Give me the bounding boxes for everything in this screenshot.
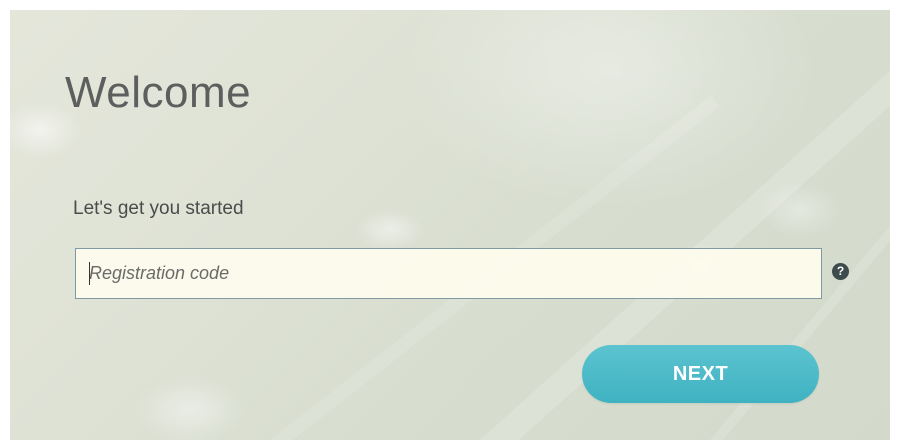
registration-code-input[interactable] bbox=[76, 249, 821, 298]
question-circle-icon[interactable]: ? bbox=[832, 263, 849, 280]
text-cursor bbox=[89, 262, 90, 285]
welcome-panel: Welcome Let's get you started ? NEXT bbox=[10, 10, 890, 440]
page-title: Welcome bbox=[65, 68, 252, 117]
next-button[interactable]: NEXT bbox=[582, 345, 819, 403]
page-subtitle: Let's get you started bbox=[73, 198, 244, 219]
registration-code-field[interactable] bbox=[75, 248, 822, 299]
